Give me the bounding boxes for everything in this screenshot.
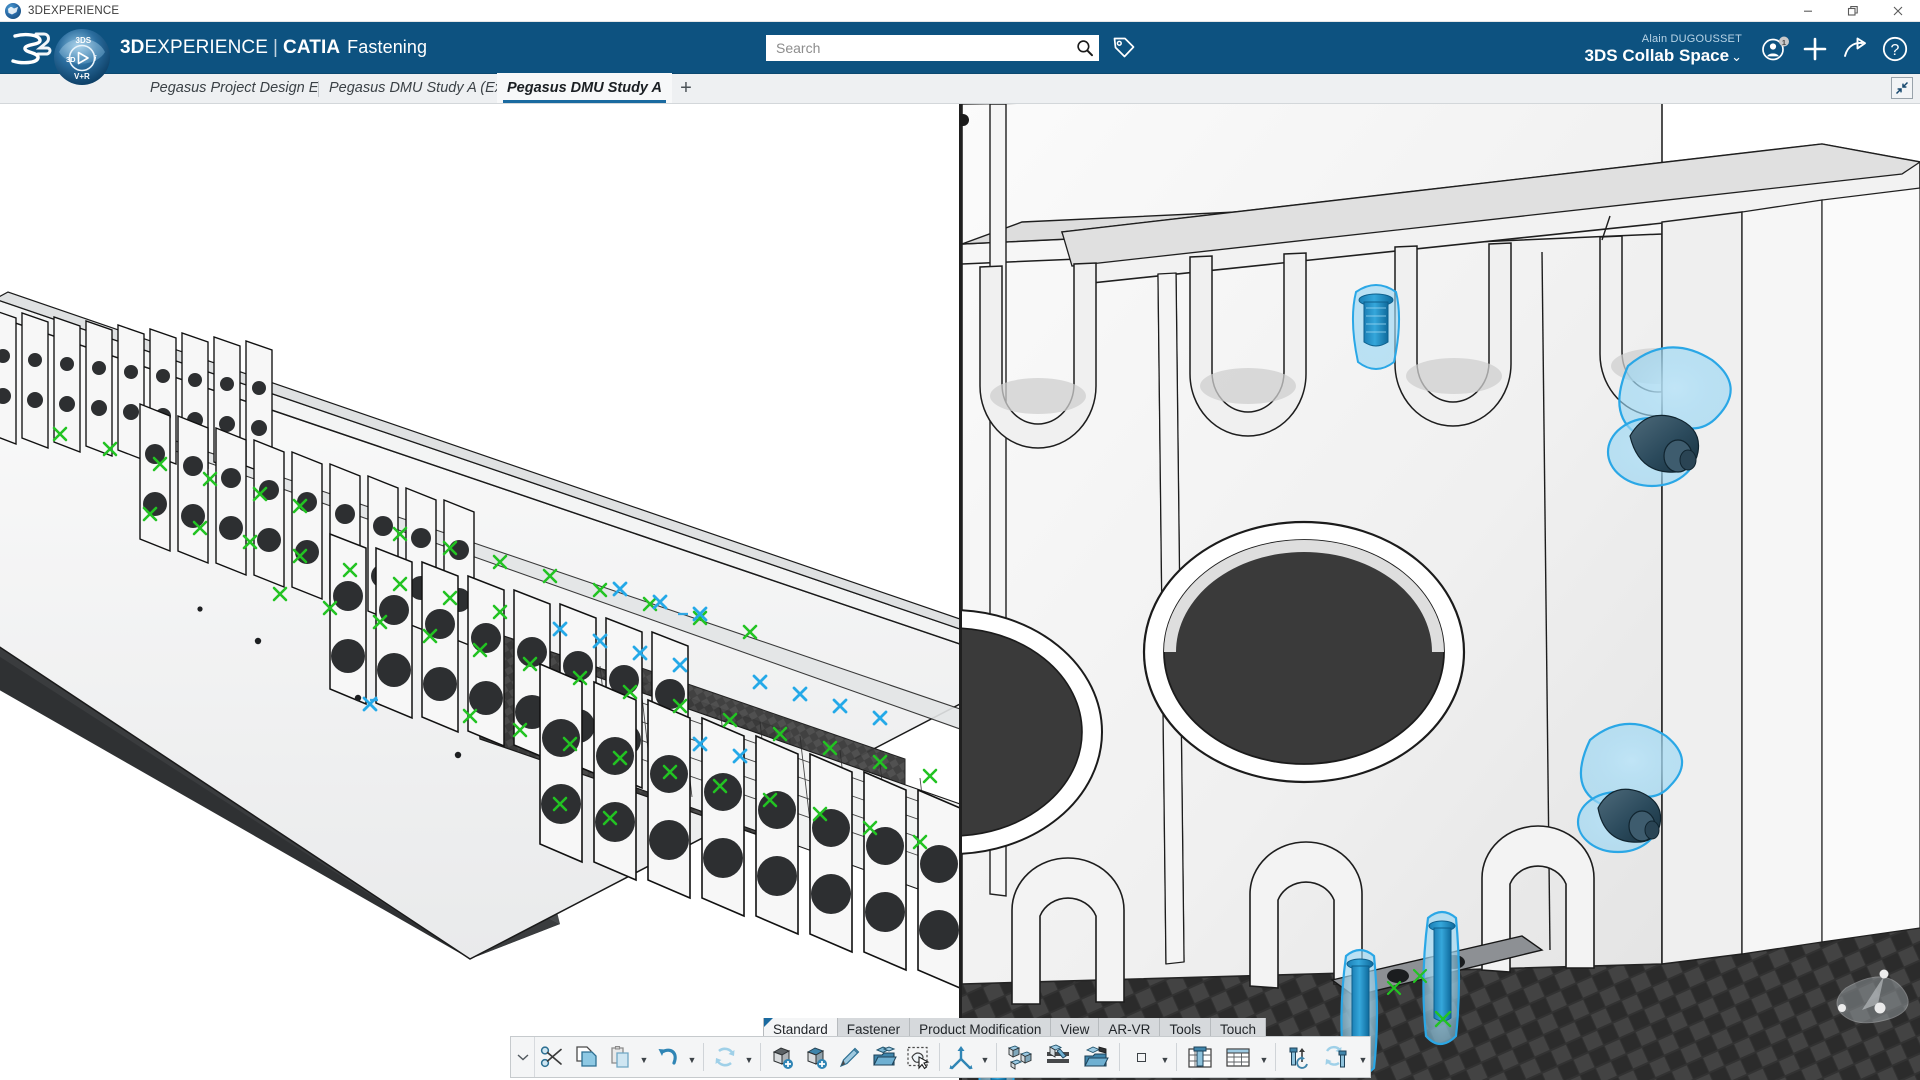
plus-icon[interactable] [1800,34,1830,64]
viewport-left-overview[interactable] [0,104,960,1080]
toolbar-collapse-chevron-icon[interactable] [511,1037,535,1077]
product-name: CATIA [283,37,341,58]
user-avatar-icon[interactable]: 1 [1760,34,1790,64]
brand-separator: | [272,37,279,58]
user-display-name: Alain DUGOUSSET [1641,33,1742,46]
swap-view-button[interactable] [1077,1037,1115,1077]
tab-pegasus-project-design-environment[interactable]: Pegasus Project Design Envi [140,73,318,103]
tab-pegasus-dmu-study-a[interactable]: Pegasus DMU Study A [497,73,672,103]
undo-button[interactable] [651,1037,685,1077]
open-in-new-window-button[interactable] [867,1037,901,1077]
update-button[interactable] [708,1037,742,1077]
window-controls [1785,0,1920,22]
paste-dropdown-caret[interactable]: ▼ [637,1037,651,1077]
collab-space-label: 3DS Collab Space [1584,45,1730,65]
application-header: 3D i 3DS V+R 3DEXPERIENCE | CATIA Fastening [0,22,1920,85]
insert-component-button[interactable] [765,1037,799,1077]
user-identity[interactable]: Alain DUGOUSSET 3DS Collab Space ⌄ [1585,33,1742,64]
collab-space-selector[interactable]: 3DS Collab Space ⌄ [1585,46,1742,65]
close-button[interactable] [1875,0,1920,22]
window-title: 3DEXPERIENCE [28,4,120,17]
viewport-stage: Standard Fastener Product Modification V… [0,104,1920,1080]
user-area: Alain DUGOUSSET 3DS Collab Space ⌄ 1 ? [1585,26,1910,72]
search-area [766,35,1137,61]
app-role-name: Fastening [347,37,428,57]
toolbar-separator [1176,1043,1177,1071]
svg-text:3D: 3D [66,55,76,64]
3dexperience-logo-icon [5,2,21,19]
svg-text:3DS: 3DS [76,36,92,45]
action-bar-toolbar: ▼ ▼ ▼ ▼ ▼ ▼ ▼ [510,1036,1371,1078]
manipulate-button[interactable] [944,1037,978,1077]
collapse-diagonal-icon[interactable] [1891,77,1913,99]
fastener-update-dropdown-caret[interactable]: ▼ [1356,1037,1370,1077]
search-input[interactable] [776,40,1075,56]
undo-dropdown-caret[interactable]: ▼ [685,1037,699,1077]
toolbar-separator [1275,1043,1276,1071]
viewport-right-detail[interactable] [962,104,1920,1080]
cut-button[interactable] [535,1037,569,1077]
page-title: 3DEXPERIENCE | CATIA Fastening [120,37,427,59]
table-dropdown-caret[interactable]: ▼ [1257,1037,1271,1077]
toolbar-separator [703,1043,704,1071]
manipulate-dropdown-caret[interactable]: ▼ [978,1037,992,1077]
toolbar-separator [996,1043,997,1071]
brand-3d: 3D [120,37,145,58]
toolbar-separator [760,1043,761,1071]
table-button[interactable] [1219,1037,1257,1077]
insert-product-button[interactable] [799,1037,833,1077]
dassault-systemes-logo-icon[interactable] [6,28,54,68]
display-mode-button[interactable] [1124,1037,1158,1077]
window-title-bar: 3DEXPERIENCE [0,0,1920,22]
fastener-update-button[interactable] [1318,1037,1356,1077]
add-tab-button[interactable]: + [672,73,700,103]
document-tab-strip: Pegasus Project Design Envi Pegasus DMU … [0,73,1920,104]
copy-button[interactable] [569,1037,603,1077]
viewport-splitter[interactable] [959,104,969,1080]
update-dropdown-caret[interactable]: ▼ [742,1037,756,1077]
svg-text:V+R: V+R [74,72,90,81]
chevron-down-icon: ⌄ [1731,48,1742,64]
explode-button[interactable] [1001,1037,1039,1077]
minimize-button[interactable] [1785,0,1830,22]
share-arrow-icon[interactable] [1840,34,1870,64]
brand-experience: EXPERIENCE [144,37,268,58]
tab-pegasus-dmu-study-a-exploded[interactable]: Pegasus DMU Study A (Expl [319,73,497,103]
svg-text:1: 1 [1782,38,1786,47]
selection-set-button[interactable] [901,1037,935,1077]
display-mode-dropdown-caret[interactable]: ▼ [1158,1037,1172,1077]
sectioning-button[interactable] [1039,1037,1077,1077]
restore-button[interactable] [1830,0,1875,22]
fastener-highlight-top [1351,284,1401,370]
edit-button[interactable] [833,1037,867,1077]
svg-text:?: ? [1891,42,1900,59]
toolbar-separator [939,1043,940,1071]
help-question-icon[interactable]: ? [1880,34,1910,64]
fastener-table-button[interactable] [1181,1037,1219,1077]
paste-button[interactable] [603,1037,637,1077]
fastener-transfer-button[interactable] [1280,1037,1318,1077]
search-icon[interactable] [1075,38,1095,58]
3d-compass-icon[interactable]: 3D i 3DS V+R [52,27,112,87]
search-box[interactable] [766,35,1099,61]
tag-icon[interactable] [1111,35,1137,61]
toolbar-separator [1119,1043,1120,1071]
